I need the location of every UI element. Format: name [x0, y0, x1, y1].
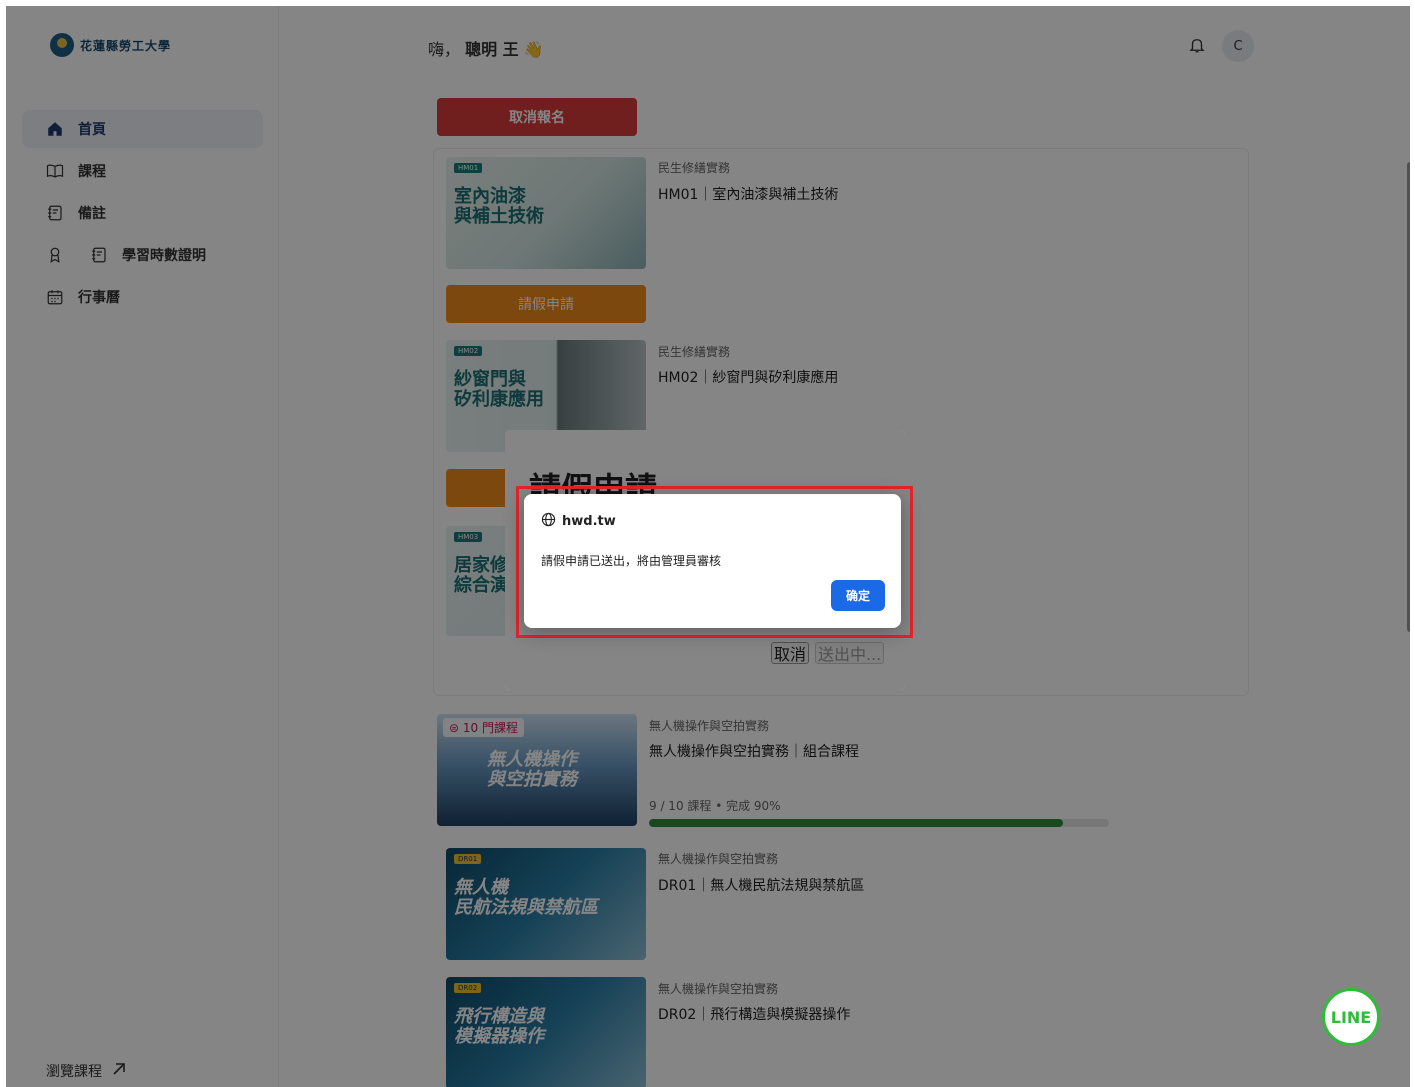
- alert-ok-button[interactable]: 确定: [831, 580, 885, 611]
- browser-alert: hwd.tw 請假申請已送出，將由管理員審核 确定: [524, 494, 901, 628]
- app-window: 花蓮縣勞工大學 首頁 課程 備註 學習時數證明 行事曆 瀏覽課程 嗨， 聰明 王…: [6, 6, 1410, 1087]
- alert-message: 請假申請已送出，將由管理員審核: [541, 554, 722, 568]
- alert-origin: hwd.tw: [541, 512, 616, 531]
- line-chat-button[interactable]: LINE: [1322, 988, 1380, 1046]
- globe-icon: [541, 512, 556, 531]
